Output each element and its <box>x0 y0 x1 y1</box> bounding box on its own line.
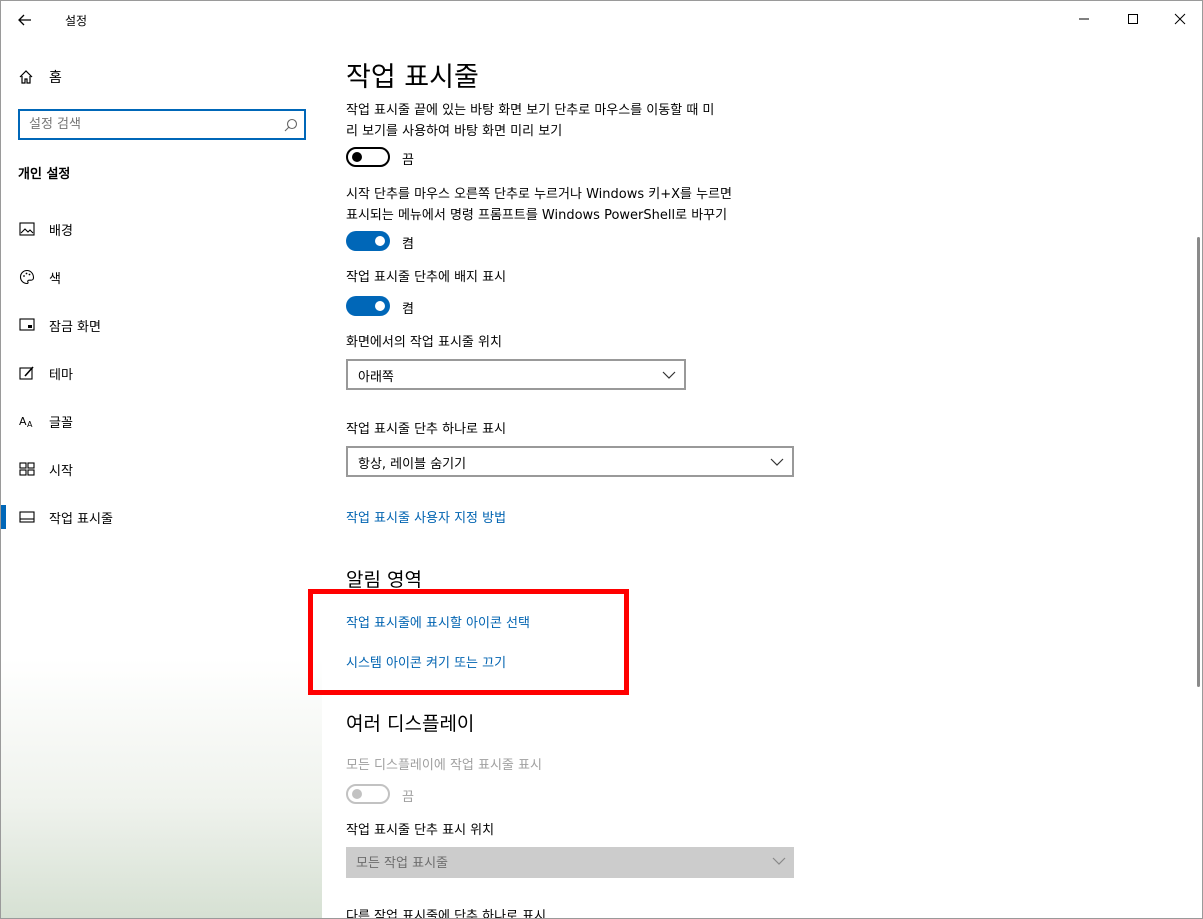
sidebar-home[interactable]: 홈 <box>18 67 62 87</box>
sidebar-item-theme[interactable]: 테마 <box>1 353 322 393</box>
multi-combine-label: 다른 작업 표시줄에 단추 하나로 표시 <box>346 909 547 919</box>
sidebar-item-color[interactable]: 색 <box>1 257 322 297</box>
sidebar-background-blur <box>1 659 322 918</box>
sidebar-item-label: 잠금 화면 <box>49 320 101 335</box>
start-menu-icon <box>18 460 36 478</box>
sidebar-section-title: 개인 설정 <box>18 167 71 182</box>
search-icon <box>284 117 298 136</box>
minimize-icon <box>1079 18 1089 20</box>
sidebar-item-label: 작업 표시줄 <box>49 512 113 527</box>
position-select-value: 아래쪽 <box>358 370 394 385</box>
position-select[interactable]: 아래쪽 <box>346 359 686 390</box>
multi-position-select-value: 모든 작업 표시줄 <box>356 856 448 871</box>
multi-position-label: 작업 표시줄 단추 표시 위치 <box>346 823 495 838</box>
peek-toggle-state: 끔 <box>402 153 414 168</box>
back-arrow-icon <box>18 14 31 26</box>
font-icon: AA <box>18 412 36 430</box>
chevron-down-icon <box>662 367 676 386</box>
notification-area-heading: 알림 영역 <box>346 569 422 591</box>
search-box[interactable] <box>18 109 306 140</box>
peek-description-line2: 리 보기를 사용하여 바탕 화면 미리 보기 <box>346 124 563 139</box>
window-title: 설정 <box>65 14 88 28</box>
page-title: 작업 표시줄 <box>346 62 479 93</box>
powershell-toggle[interactable] <box>346 231 390 251</box>
combine-select-value: 항상, 레이블 숨기기 <box>358 457 467 472</box>
powershell-description: 시작 단추를 마우스 오른쪽 단추로 누르거나 Windows 키+X를 누르면… <box>346 184 732 226</box>
chevron-down-icon <box>772 853 786 872</box>
sidebar-item-start[interactable]: 시작 <box>1 449 322 489</box>
multiple-displays-heading: 여러 디스플레이 <box>346 713 475 735</box>
powershell-toggle-state: 켬 <box>402 237 414 252</box>
sidebar-item-label: 시작 <box>49 464 73 479</box>
sidebar: 홈 개인 설정 배경 색 잠금 화면 <box>1 39 322 918</box>
toggle-knob <box>352 789 362 799</box>
theme-brush-icon <box>18 364 36 382</box>
peek-description-line1: 작업 표시줄 끝에 있는 바탕 화면 보기 단추로 마우스를 이동할 때 미 <box>346 103 715 118</box>
taskbar-icon <box>18 508 36 526</box>
toggle-knob <box>352 152 362 162</box>
palette-icon <box>18 268 36 286</box>
multi-show-toggle[interactable] <box>346 784 390 804</box>
toggle-knob <box>375 236 385 246</box>
peek-toggle[interactable] <box>346 147 390 167</box>
peek-description: 작업 표시줄 끝에 있는 바탕 화면 보기 단추로 마우스를 이동할 때 미 리… <box>346 100 714 142</box>
multi-show-toggle-state: 끔 <box>402 790 414 805</box>
svg-text:A: A <box>27 420 33 428</box>
sidebar-item-label: 테마 <box>49 368 73 383</box>
svg-text:A: A <box>19 415 27 428</box>
back-button[interactable] <box>11 7 39 33</box>
sidebar-item-label: 글꼴 <box>49 416 73 431</box>
powershell-description-line2: 표시되는 메뉴에서 명령 프롬프트를 Windows PowerShell로 바… <box>346 208 728 223</box>
sidebar-item-lock-screen[interactable]: 잠금 화면 <box>1 305 322 345</box>
badge-toggle[interactable] <box>346 296 390 316</box>
position-label: 화면에서의 작업 표시줄 위치 <box>346 335 502 350</box>
sidebar-item-taskbar[interactable]: 작업 표시줄 <box>1 497 322 537</box>
close-button[interactable] <box>1157 1 1202 37</box>
home-icon <box>19 70 33 84</box>
sidebar-home-label: 홈 <box>49 70 62 86</box>
lock-screen-icon <box>18 316 36 334</box>
image-icon <box>18 220 36 238</box>
customize-taskbar-link[interactable]: 작업 표시줄 사용자 지정 방법 <box>346 507 506 526</box>
sidebar-item-label: 색 <box>49 272 61 287</box>
multi-position-select[interactable]: 모든 작업 표시줄 <box>346 847 794 878</box>
minimize-button[interactable] <box>1061 1 1107 37</box>
maximize-icon <box>1128 14 1138 24</box>
settings-window: 설정 홈 개인 설정 배경 <box>0 0 1203 919</box>
maximize-button[interactable] <box>1110 1 1156 37</box>
title-bar: 설정 <box>1 1 1202 39</box>
sidebar-item-background[interactable]: 배경 <box>1 209 322 249</box>
annotation-highlight-box <box>308 589 629 695</box>
search-input[interactable] <box>20 111 270 138</box>
main-scrollbar[interactable] <box>1194 39 1202 918</box>
combine-label: 작업 표시줄 단추 하나로 표시 <box>346 422 507 437</box>
toggle-knob <box>375 301 385 311</box>
main-content: 작업 표시줄 작업 표시줄 끝에 있는 바탕 화면 보기 단추로 마우스를 이동… <box>322 39 1192 919</box>
scrollbar-thumb[interactable] <box>1197 237 1200 687</box>
badge-description: 작업 표시줄 단추에 배지 표시 <box>346 270 507 285</box>
combine-select[interactable]: 항상, 레이블 숨기기 <box>346 446 794 477</box>
badge-toggle-state: 켬 <box>402 302 414 317</box>
chevron-down-icon <box>770 454 784 473</box>
multi-show-description: 모든 디스플레이에 작업 표시줄 표시 <box>346 758 542 773</box>
sidebar-item-label: 배경 <box>49 224 73 239</box>
powershell-description-line1: 시작 단추를 마우스 오른쪽 단추로 누르거나 Windows 키+X를 누르면 <box>346 187 732 202</box>
sidebar-item-fonts[interactable]: AA 글꼴 <box>1 401 322 441</box>
close-icon <box>1174 13 1186 25</box>
